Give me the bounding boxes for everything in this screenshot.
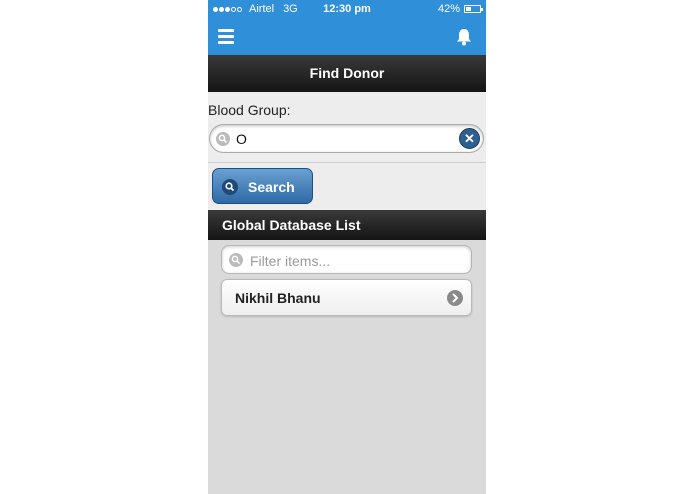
filter-input[interactable] [248, 250, 467, 271]
donor-name: Nikhil Bhanu [235, 290, 321, 306]
blood-group-label: Blood Group: [208, 102, 291, 118]
page-title: Find Donor [208, 55, 486, 92]
search-form: Blood Group: ✕ Search [208, 92, 486, 210]
chevron-right-icon [447, 290, 463, 306]
search-icon [222, 179, 238, 195]
status-bar: Airtel 3G 12:30 pm 42% [208, 0, 486, 18]
clear-icon[interactable]: ✕ [459, 128, 480, 149]
app-bar [208, 18, 486, 55]
search-button-label: Search [248, 179, 295, 195]
list-header: Global Database List [208, 210, 486, 240]
status-right: 42% [437, 3, 483, 15]
bell-icon[interactable] [454, 27, 474, 47]
divider [208, 162, 486, 163]
filter-field[interactable] [221, 245, 472, 274]
blood-group-search-field[interactable]: ✕ [209, 124, 484, 153]
search-icon [216, 132, 230, 146]
hamburger-menu-icon[interactable] [218, 29, 234, 44]
search-icon [229, 253, 243, 267]
search-button[interactable]: Search [212, 168, 313, 204]
phone-screen: Airtel 3G 12:30 pm 42% Find Donor Blood … [208, 0, 486, 494]
battery-percent: 42% [437, 3, 460, 15]
list-item[interactable]: Nikhil Bhanu [221, 279, 472, 316]
battery-icon [464, 5, 483, 13]
blood-group-input[interactable] [234, 128, 458, 150]
